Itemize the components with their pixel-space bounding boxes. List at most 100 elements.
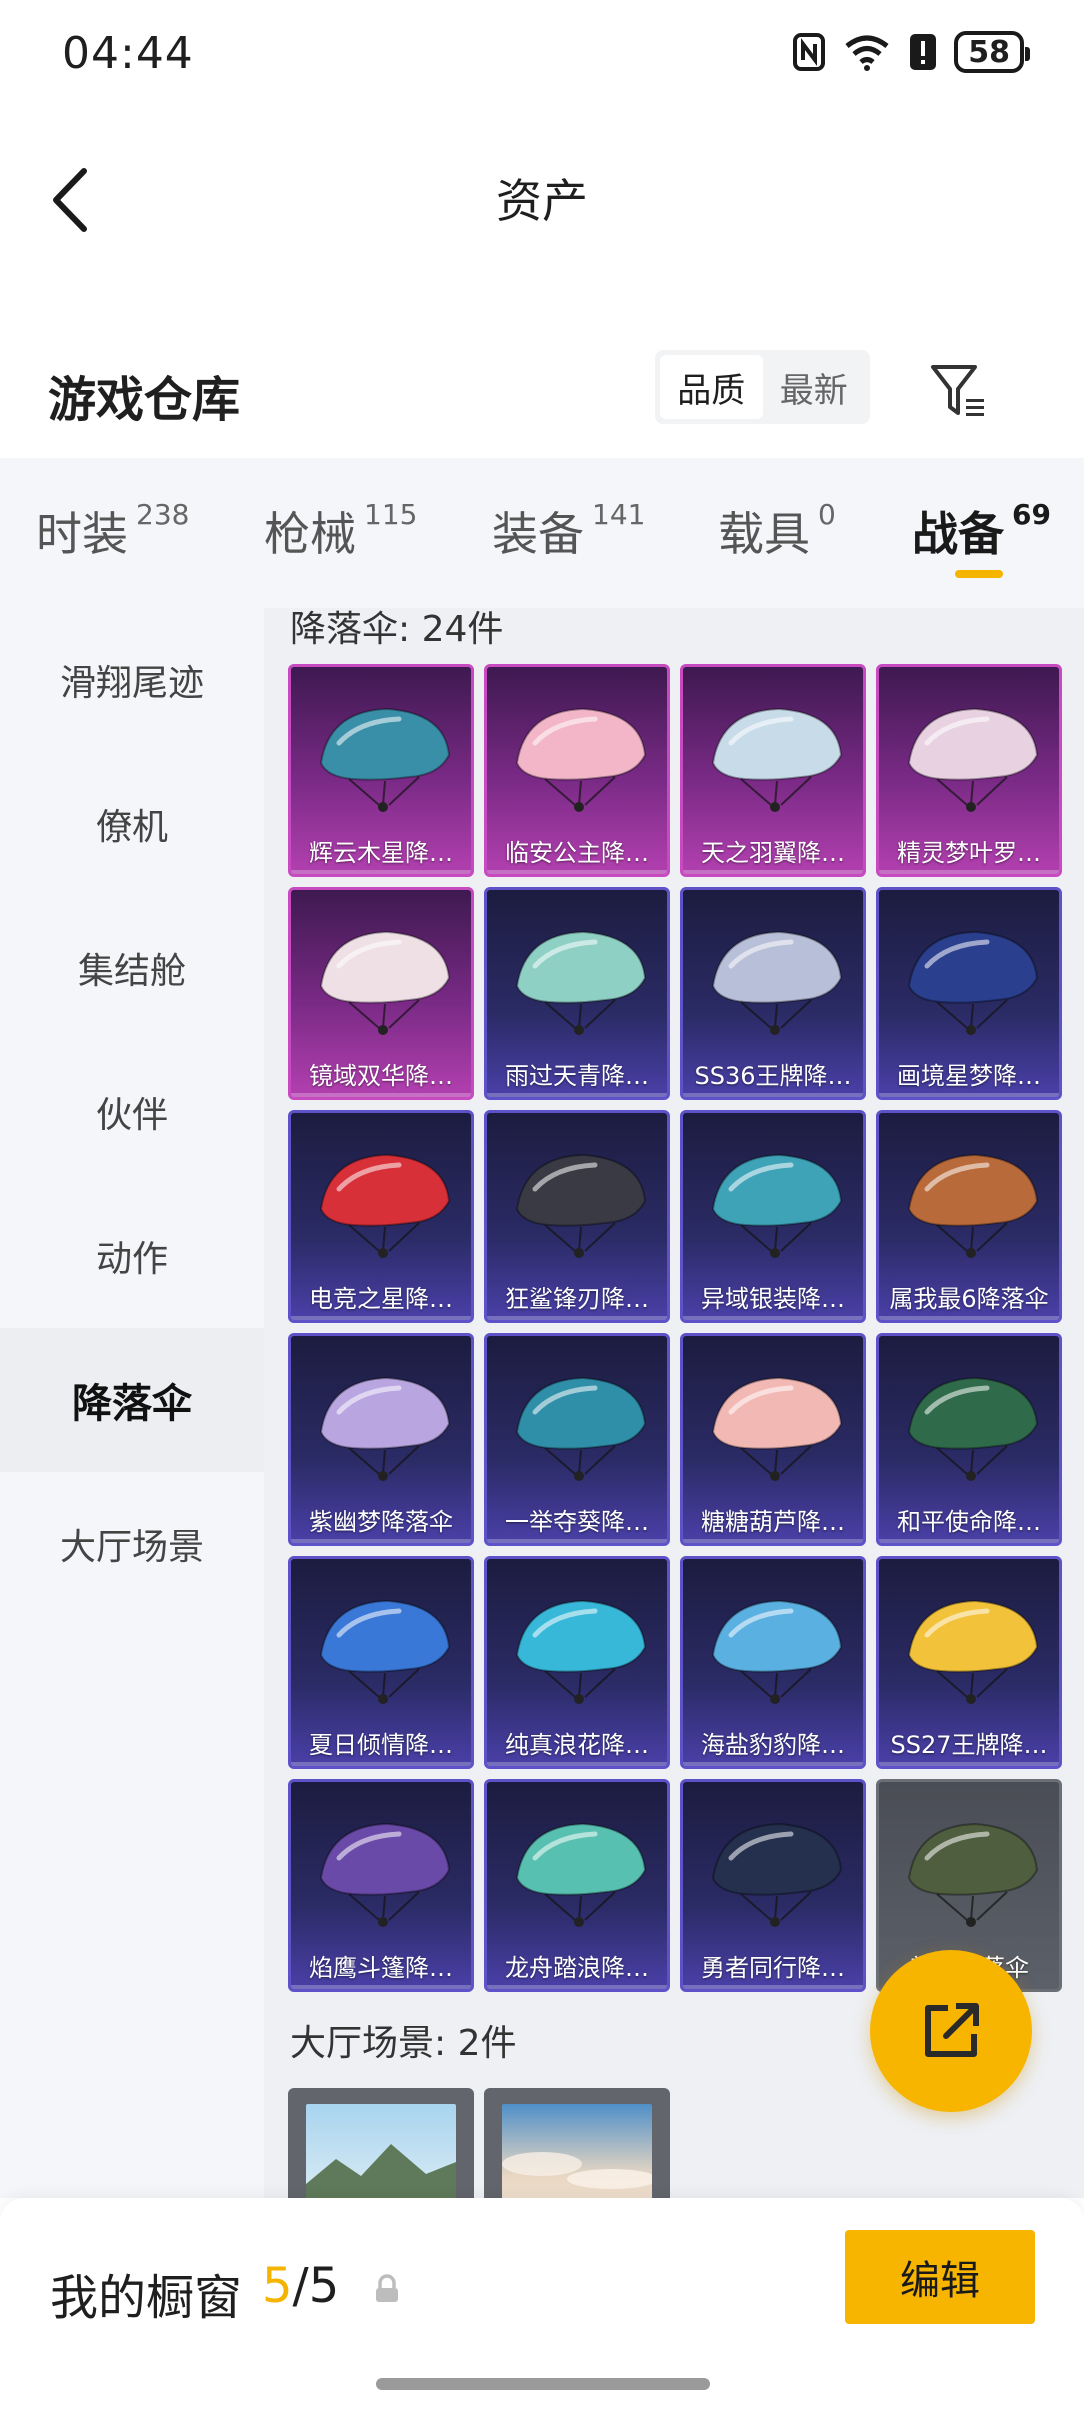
scene-mountain-image: [306, 2104, 456, 2198]
sidebar-item-companion[interactable]: 伙伴: [0, 1040, 264, 1184]
parachute-card[interactable]: 属我最6降落伞: [876, 1110, 1062, 1323]
sidebar-item-parachute[interactable]: 降落伞: [0, 1328, 264, 1472]
sidebar-item-wingman[interactable]: 僚机: [0, 752, 264, 896]
parachute-icon: [711, 1822, 843, 1927]
parachute-card[interactable]: SS36王牌降…: [680, 887, 866, 1100]
tab-count: 115: [364, 498, 418, 531]
tab-vehicles[interactable]: 载具 0: [718, 498, 836, 564]
parachute-name: 临安公主降…: [505, 839, 649, 867]
parachute-icon: [515, 1599, 647, 1704]
alert-icon: [908, 30, 938, 74]
parachute-icon: [319, 1599, 451, 1704]
parachute-icon: [515, 707, 647, 812]
parachute-name: 海盐豹豹降…: [701, 1731, 845, 1759]
parachute-card[interactable]: 狂鲨锋刃降…: [484, 1110, 670, 1323]
lock-icon: [376, 2274, 398, 2302]
tab-count: 141: [592, 498, 646, 531]
parachute-card[interactable]: 紫幽梦降落伞: [288, 1333, 474, 1546]
app-header: 资产: [0, 110, 1084, 280]
status-bar: 04:44 58: [0, 0, 1084, 110]
parachute-name: 勇者同行降…: [701, 1954, 845, 1982]
parachute-card[interactable]: 镜域双华降…: [288, 887, 474, 1100]
parachute-grid: 辉云木星降… 临安公主降… 天之羽翼降… 精灵梦叶罗… 镜域双华降… 雨过天青降… SS36…: [288, 664, 1062, 1992]
sidebar-item-glide-trail[interactable]: 滑翔尾迹: [0, 608, 264, 752]
parachute-name: SS27王牌降…: [890, 1731, 1048, 1759]
parachute-card[interactable]: 临安公主降…: [484, 664, 670, 877]
parachute-icon: [319, 1376, 451, 1481]
parachute-name: 辉云木星降…: [309, 839, 453, 867]
sidebar-item-assembly-pod[interactable]: 集结舱: [0, 896, 264, 1040]
filter-button[interactable]: [925, 358, 991, 424]
parachute-icon: [907, 707, 1039, 812]
showcase-count: 5/5: [262, 2258, 339, 2314]
parachute-card[interactable]: 一举夺葵降…: [484, 1333, 670, 1546]
parachute-name: 镜域双华降…: [309, 1062, 453, 1090]
parachute-card[interactable]: 精灵梦叶罗…: [876, 664, 1062, 877]
parachute-name: 雨过天青降…: [505, 1062, 649, 1090]
share-fab-button[interactable]: [870, 1950, 1032, 2112]
parachute-icon: [319, 1153, 451, 1258]
edit-button[interactable]: 编辑: [845, 2230, 1035, 2324]
nfc-icon: [792, 30, 826, 74]
parachute-card[interactable]: 画境星梦降…: [876, 887, 1062, 1100]
lobby-scene-card[interactable]: [288, 2088, 474, 2198]
parachute-card[interactable]: 焰鹰斗篷降…: [288, 1779, 474, 1992]
parachute-card[interactable]: 天之羽翼降…: [680, 664, 866, 877]
sort-quality-option[interactable]: 品质: [660, 355, 763, 419]
status-time: 04:44: [62, 28, 194, 79]
sort-toggle: 品质 最新: [655, 350, 870, 424]
home-indicator: [376, 2378, 710, 2390]
parachute-name: 纯真浪花降…: [505, 1731, 649, 1759]
active-tab-indicator: [955, 570, 1003, 578]
parachute-card[interactable]: 勇者同行降…: [680, 1779, 866, 1992]
parachute-name: 一举夺葵降…: [505, 1508, 649, 1536]
parachute-card[interactable]: 龙舟踏浪降…: [484, 1779, 670, 1992]
parachute-name: 龙舟踏浪降…: [505, 1954, 649, 1982]
tab-label: 时装: [36, 507, 128, 561]
parachute-card[interactable]: 海盐豹豹降…: [680, 1556, 866, 1769]
parachute-icon: [907, 1599, 1039, 1704]
parachute-name: 和平使命降…: [897, 1508, 1041, 1536]
tab-weapons[interactable]: 枪械 115: [264, 498, 417, 564]
category-tabs: 时装 238 枪械 115 装备 141 载具 0 战备 69: [0, 458, 1084, 608]
tab-label: 战备: [912, 507, 1004, 561]
sidebar-item-lobby-scene[interactable]: 大厅场景: [0, 1472, 264, 1616]
parachute-icon: [711, 707, 843, 812]
parachute-card[interactable]: 纯真浪花降…: [484, 1556, 670, 1769]
parachute-card[interactable]: 雨过天青降…: [484, 887, 670, 1100]
parachute-icon: [515, 1822, 647, 1927]
parachute-name: 天之羽翼降…: [701, 839, 845, 867]
parachute-icon: [515, 1376, 647, 1481]
parachute-icon: [711, 1376, 843, 1481]
parachute-icon: [711, 930, 843, 1035]
parachute-name: 焰鹰斗篷降…: [309, 1954, 453, 1982]
parachute-name: 糖糖葫芦降…: [701, 1508, 845, 1536]
tab-equipment[interactable]: 装备 141: [492, 498, 645, 564]
parachute-icon: [907, 930, 1039, 1035]
parachute-card[interactable]: 和平使命降…: [876, 1333, 1062, 1546]
parachute-icon: [319, 1822, 451, 1927]
parachute-section-title: 降落伞: 24件: [290, 609, 504, 650]
parachute-card[interactable]: 夏日倾情降…: [288, 1556, 474, 1769]
sidebar-item-emote[interactable]: 动作: [0, 1184, 264, 1328]
parachute-name: 画境星梦降…: [897, 1062, 1041, 1090]
page-title: 资产: [496, 174, 588, 228]
warehouse-title: 游戏仓库: [48, 372, 241, 428]
parachute-card[interactable]: 糖糖葫芦降…: [680, 1333, 866, 1546]
tab-supplies[interactable]: 战备 69: [912, 498, 1051, 564]
lobby-scene-card[interactable]: [484, 2088, 670, 2198]
parachute-card[interactable]: 异域银装降…: [680, 1110, 866, 1323]
share-external-icon: [925, 2003, 979, 2057]
parachute-card[interactable]: 辉云木星降…: [288, 664, 474, 877]
parachute-icon: [711, 1599, 843, 1704]
parachute-name: 紫幽梦降落伞: [309, 1508, 453, 1536]
parachute-card[interactable]: SS27王牌降…: [876, 1556, 1062, 1769]
tab-fashion[interactable]: 时装 238: [36, 498, 189, 564]
parachute-name: 夏日倾情降…: [309, 1731, 453, 1759]
scene-sky-image: [502, 2104, 652, 2198]
tab-count: 0: [818, 498, 836, 531]
parachute-card[interactable]: 电竞之星降…: [288, 1110, 474, 1323]
sort-latest-option[interactable]: 最新: [763, 355, 866, 419]
parachute-name: 属我最6降落伞: [889, 1285, 1049, 1313]
parachute-icon: [319, 707, 451, 812]
